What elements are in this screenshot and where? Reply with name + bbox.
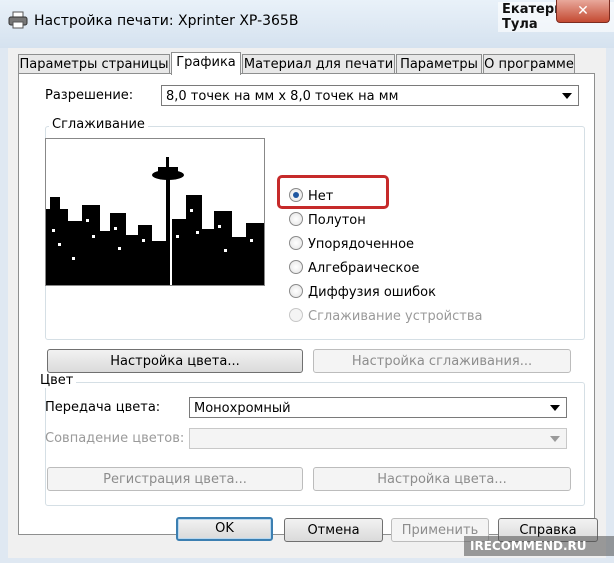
close-icon: ✕: [577, 3, 589, 19]
color-group-title: Цвет: [37, 373, 77, 388]
window-title: Настройка печати: Xprinter XP-365B: [34, 13, 299, 29]
dither-settings-button[interactable]: Настройка сглаживания...: [313, 349, 571, 373]
chevron-down-icon: [550, 436, 560, 442]
color-transfer-select[interactable]: Монохромный: [189, 397, 567, 418]
close-button[interactable]: ✕: [556, 0, 610, 23]
tab-print-media[interactable]: Материал для печати: [242, 54, 395, 74]
radio-button-icon: [289, 284, 303, 298]
radio-device-dithering[interactable]: Сглаживание устройства: [289, 308, 482, 326]
radio-button-icon: [289, 212, 303, 226]
tab-page-settings[interactable]: Параметры страницы: [18, 54, 170, 74]
ok-button[interactable]: OK: [176, 517, 273, 541]
color-registration-button[interactable]: Регистрация цвета...: [47, 467, 303, 491]
dither-preview-image: [45, 138, 265, 286]
tab-about[interactable]: О программе: [483, 54, 575, 74]
title-bar: Настройка печати: Xprinter XP-365B Екате…: [0, 0, 614, 48]
dithering-group-title: Сглаживание: [49, 117, 148, 132]
radio-algebraic[interactable]: Алгебраическое: [289, 260, 419, 278]
radio-none[interactable]: Нет: [289, 188, 333, 206]
radio-ordered-label: Упорядоченное: [308, 237, 415, 252]
radio-device-dithering-label: Сглаживание устройства: [308, 309, 483, 324]
color-transfer-value: Монохромный: [194, 401, 291, 416]
tab-graphics[interactable]: Графика: [171, 52, 241, 75]
watermark: IRECOMMEND.RU: [464, 536, 614, 556]
radio-error-diffusion[interactable]: Диффузия ошибок: [289, 284, 436, 302]
cancel-button[interactable]: Отмена: [284, 518, 383, 542]
radio-button-icon: [289, 260, 303, 274]
color-match-select[interactable]: [189, 428, 567, 449]
dialog-client: Параметры страницы Графика Материал для …: [8, 48, 606, 558]
tab-options[interactable]: Параметры: [396, 54, 482, 74]
color-settings-button-2[interactable]: Настройка цвета...: [313, 467, 571, 491]
chevron-down-icon: [562, 93, 572, 99]
radio-button-icon: [289, 236, 303, 250]
radio-halftone-label: Полутон: [308, 213, 366, 228]
printer-icon: [8, 11, 28, 29]
color-match-label: Совпадение цветов:: [45, 431, 185, 446]
radio-halftone[interactable]: Полутон: [289, 212, 366, 230]
chevron-down-icon: [550, 405, 560, 411]
radio-ordered[interactable]: Упорядоченное: [289, 236, 414, 254]
color-transfer-label: Передача цвета:: [45, 400, 161, 415]
radio-algebraic-label: Алгебраическое: [308, 261, 420, 276]
radio-error-diffusion-label: Диффузия ошибок: [308, 285, 436, 300]
resolution-value: 8,0 точек на мм x 8,0 точек на мм: [166, 89, 399, 104]
color-settings-button[interactable]: Настройка цвета...: [47, 349, 303, 373]
resolution-label: Разрешение:: [45, 88, 134, 103]
city-skyline-image: [46, 139, 264, 285]
graphics-panel: Разрешение: 8,0 точек на мм x 8,0 точек …: [18, 73, 595, 535]
radio-none-label: Нет: [308, 189, 334, 204]
radio-button-icon: [289, 308, 303, 322]
radio-button-icon: [289, 188, 303, 202]
resolution-select[interactable]: 8,0 точек на мм x 8,0 точек на мм: [161, 85, 579, 106]
